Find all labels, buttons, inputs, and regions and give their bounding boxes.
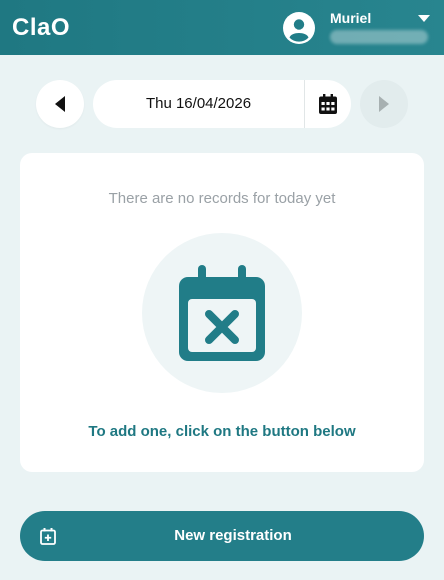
app-header: ClaO Muriel (0, 0, 444, 55)
app-title: ClaO (12, 14, 71, 41)
empty-illustration (142, 233, 302, 393)
chevron-right-icon (379, 96, 389, 112)
new-registration-label: New registration (174, 527, 292, 544)
next-day-button[interactable] (360, 80, 408, 128)
new-registration-button[interactable]: New registration (20, 511, 424, 561)
empty-message: There are no records for today yet (108, 190, 336, 207)
user-circle-icon[interactable] (283, 12, 315, 44)
current-date[interactable]: Thu 16/04/2026 (93, 80, 304, 128)
previous-day-button[interactable] (36, 80, 84, 128)
add-hint: To add one, click on the button below (88, 423, 356, 440)
records-card: There are no records for today yet To ad… (20, 153, 424, 472)
user-name[interactable]: Muriel (330, 10, 371, 26)
date-selector: Thu 16/04/2026 (93, 80, 351, 128)
calendar-icon (319, 94, 337, 114)
caret-down-icon[interactable] (418, 15, 430, 22)
chevron-left-icon (55, 96, 65, 112)
calendar-button[interactable] (305, 80, 351, 128)
calendar-x-icon (179, 265, 265, 361)
user-subtitle-redacted (330, 30, 428, 44)
